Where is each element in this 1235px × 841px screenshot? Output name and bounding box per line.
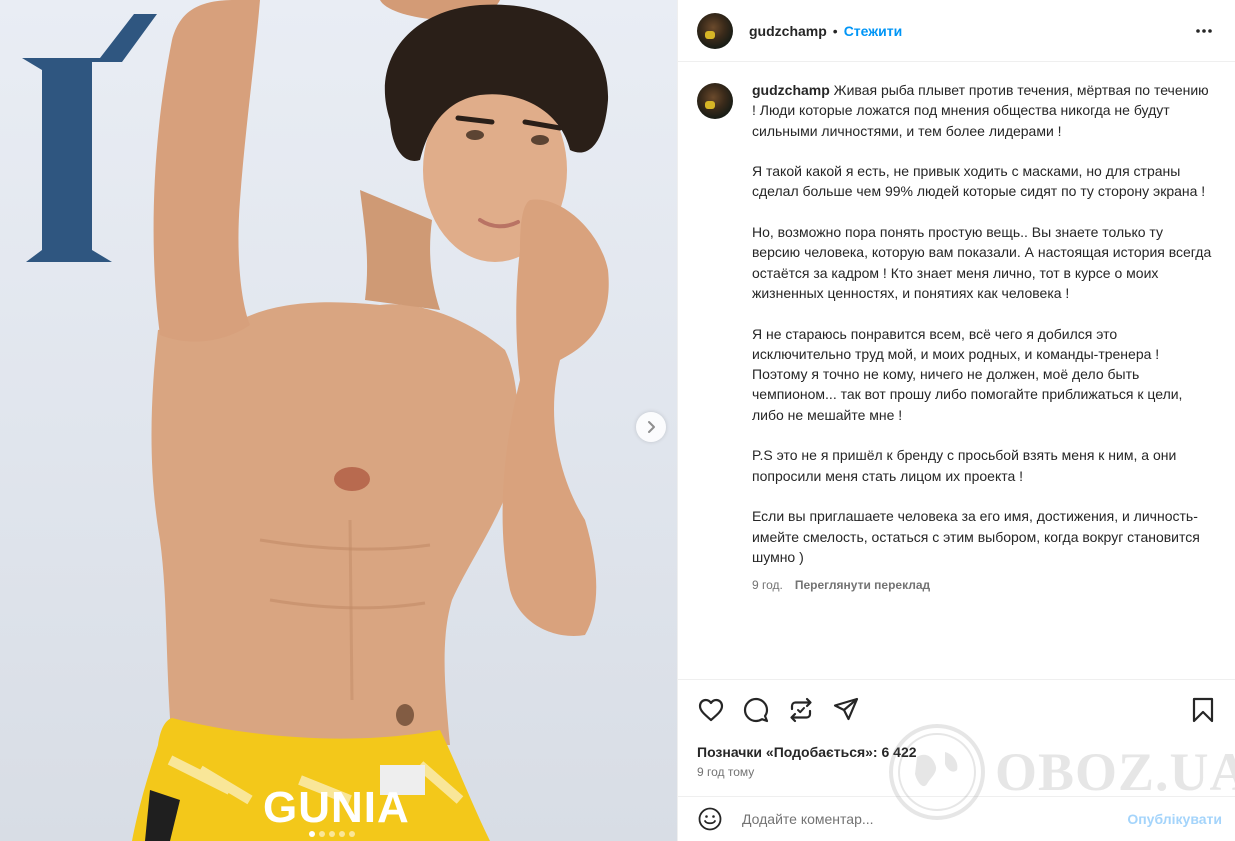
caption-avatar[interactable] (697, 83, 733, 119)
share-button[interactable] (830, 696, 862, 724)
post-photo (22, 0, 609, 841)
more-options-button[interactable] (1192, 19, 1216, 43)
caption-section[interactable]: gudzchamp Живая рыба плывет против течен… (678, 62, 1235, 678)
carousel-dot (349, 831, 355, 837)
action-bar (678, 680, 1235, 726)
heart-icon (698, 698, 724, 722)
post-side-panel: gudzchamp • Стежити gudzchamp Живая рыба… (677, 0, 1235, 841)
follow-button[interactable]: Стежити (844, 23, 903, 39)
carousel-dot (319, 831, 325, 837)
comment-icon (743, 697, 769, 723)
repost-icon (790, 697, 812, 723)
caption-paragraph: Если вы приглашаете человека за его имя,… (752, 508, 1200, 565)
caption-username[interactable]: gudzchamp (752, 82, 830, 98)
post-header: gudzchamp • Стежити (678, 0, 1235, 62)
header-separator: • (832, 22, 838, 39)
save-button[interactable] (1187, 696, 1219, 724)
post-media[interactable]: GUNIA (0, 0, 677, 841)
caption-paragraph: gudzchamp Живая рыба плывет против течен… (752, 80, 1212, 141)
translate-link[interactable]: Переглянути переклад (795, 575, 930, 595)
smiley-icon (698, 807, 722, 831)
bookmark-icon (1192, 697, 1214, 723)
magazine-logo-letter (22, 14, 157, 262)
caption-paragraph: Я такой какой я есть, не привык ходить с… (752, 163, 1206, 200)
brand-logo-text: GUNIA (263, 783, 410, 832)
emoji-button[interactable] (697, 806, 723, 832)
like-button[interactable] (695, 696, 727, 724)
publish-button[interactable]: Опублікувати (1127, 811, 1222, 827)
caption-paragraph: Но, возможно пора понять простую вещь.. … (752, 224, 1212, 301)
carousel-dot (339, 831, 345, 837)
avatar[interactable] (697, 12, 733, 49)
comment-input[interactable] (742, 811, 1128, 827)
caption-text: gudzchamp Живая рыба плывет против течен… (752, 80, 1212, 595)
caption-paragraph: P.S это не я пришёл к бренду с просьбой … (752, 447, 1177, 484)
header-username[interactable]: gudzchamp (749, 23, 827, 39)
repost-button[interactable] (785, 696, 817, 724)
likes-count[interactable]: Позначки «Подобається»: 6 422 (678, 726, 1235, 760)
comment-form: Опублікувати (678, 796, 1235, 841)
actions-section: Позначки «Подобається»: 6 422 9 год тому (678, 679, 1235, 779)
carousel-dot (329, 831, 335, 837)
carousel-indicator (309, 831, 355, 837)
caption-paragraph: Я не стараюсь понравится всем, всё чего … (752, 325, 1183, 423)
caption-time: 9 год. (752, 578, 783, 593)
more-dots-icon (1196, 28, 1212, 33)
share-icon (833, 697, 859, 721)
post-time-ago: 9 год тому (697, 765, 755, 779)
carousel-dot (309, 831, 315, 837)
carousel-next-button[interactable] (636, 412, 666, 442)
comment-button[interactable] (740, 696, 772, 724)
caption-meta: 9 год. Переглянути переклад (752, 575, 1212, 595)
chevron-right-icon (648, 421, 655, 433)
